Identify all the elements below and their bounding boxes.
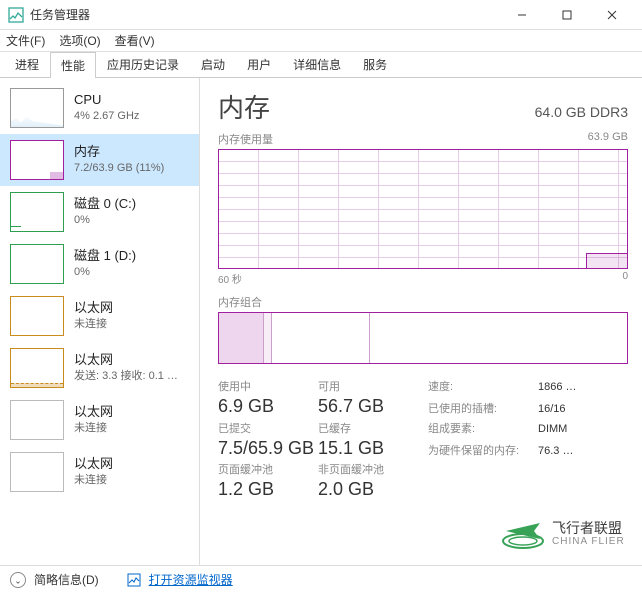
tab-services[interactable]: 服务 [352,51,398,77]
tab-processes[interactable]: 进程 [4,51,50,77]
meta-slots-value: 16/16 [538,403,598,415]
sidebar-sub: 0% [74,213,136,227]
detail-title: 内存 [218,88,270,125]
memory-usage-chart [218,149,628,269]
ethernet-thumb-icon [10,400,64,440]
stat-value-committed: 7.5/65.9 GB [218,438,318,460]
stat-label-nonpaged: 非页面缓冲池 [318,461,428,477]
tab-app-history[interactable]: 应用历史记录 [96,51,190,77]
sidebar-label: 以太网 [74,352,178,369]
sidebar-item-memory[interactable]: 内存7.2/63.9 GB (11%) [0,134,199,186]
stat-value-paged: 1.2 GB [218,479,318,501]
memory-composition-chart [218,312,628,364]
chevron-down-icon[interactable]: ⌃ [10,572,26,588]
disk-thumb-icon [10,192,64,232]
usage-label: 内存使用量 [218,131,273,147]
minimize-button[interactable] [499,1,544,29]
stat-value-inuse: 6.9 GB [218,396,318,418]
axis-left: 60 秒 [218,271,242,286]
sidebar-label: 以太网 [74,404,113,421]
sidebar-sub: 0% [74,265,136,279]
meta-form-value: DIMM [538,423,598,435]
title-bar: 任务管理器 [0,0,642,30]
sidebar-item-cpu[interactable]: CPU4% 2.67 GHz [0,82,199,134]
cpu-thumb-icon [10,88,64,128]
tab-users[interactable]: 用户 [236,51,282,77]
meta-speed-value: 1866 … [538,381,598,393]
stat-label-paged: 页面缓冲池 [218,461,318,477]
sidebar-label: 以太网 [74,456,113,473]
sidebar-sub: 发送: 3.3 接收: 0.1 … [74,369,178,383]
ethernet-thumb-icon [10,348,64,388]
open-resource-monitor-link[interactable]: 打开资源监视器 [149,571,233,588]
sidebar-label: CPU [74,92,139,109]
detail-total: 64.0 GB DDR3 [535,104,628,120]
fewer-details-button[interactable]: 简略信息(D) [34,571,99,588]
disk-thumb-icon [10,244,64,284]
stat-label-cached: 已缓存 [318,420,428,436]
sidebar-item-ethernet1[interactable]: 以太网发送: 3.3 接收: 0.1 … [0,342,199,394]
bottom-bar: ⌃ 简略信息(D) 打开资源监视器 [0,565,642,593]
sidebar-item-ethernet3[interactable]: 以太网未连接 [0,446,199,498]
stat-value-avail: 56.7 GB [318,396,428,418]
performance-sidebar: CPU4% 2.67 GHz 内存7.2/63.9 GB (11%) 磁盘 0 … [0,78,200,565]
meta-reserved-value: 76.3 … [538,445,598,457]
menu-view[interactable]: 查看(V) [115,32,155,49]
sidebar-item-ethernet0[interactable]: 以太网未连接 [0,290,199,342]
memory-thumb-icon [10,140,64,180]
meta-reserved-label: 为硬件保留的内存: [428,442,538,458]
comp-seg-inuse [219,313,264,363]
sidebar-item-ethernet2[interactable]: 以太网未连接 [0,394,199,446]
stat-label-avail: 可用 [318,378,428,394]
sidebar-sub: 未连接 [74,421,113,435]
tab-performance[interactable]: 性能 [50,52,96,78]
sidebar-item-disk0[interactable]: 磁盘 0 (C:)0% [0,186,199,238]
comp-seg-standby [272,313,370,363]
ethernet-thumb-icon [10,296,64,336]
sidebar-label: 以太网 [74,300,113,317]
app-icon [8,7,24,23]
sidebar-label: 磁盘 1 (D:) [74,248,136,265]
comp-seg-free [370,313,627,363]
maximize-button[interactable] [544,1,589,29]
tab-details[interactable]: 详细信息 [282,51,352,77]
memory-detail: 内存 64.0 GB DDR3 内存使用量 63.9 GB 60 秒 0 内存组… [200,78,642,565]
stat-value-nonpaged: 2.0 GB [318,479,428,501]
meta-speed-label: 速度: [428,378,538,394]
menu-bar: 文件(F) 选项(O) 查看(V) [0,30,642,52]
composition-label: 内存组合 [218,294,628,310]
resource-monitor-icon [127,573,141,587]
stat-label-inuse: 使用中 [218,378,318,394]
sidebar-label: 磁盘 0 (C:) [74,196,136,213]
meta-slots-label: 已使用的插槽: [428,400,538,416]
stat-value-cached: 15.1 GB [318,438,428,460]
sidebar-sub: 7.2/63.9 GB (11%) [74,161,164,175]
sidebar-sub: 4% 2.67 GHz [74,109,139,123]
sidebar-sub: 未连接 [74,317,113,331]
menu-options[interactable]: 选项(O) [59,32,100,49]
tab-bar: 进程 性能 应用历史记录 启动 用户 详细信息 服务 [0,52,642,78]
meta-form-label: 组成要素: [428,420,538,436]
ethernet-thumb-icon [10,452,64,492]
close-button[interactable] [589,1,634,29]
tab-startup[interactable]: 启动 [190,51,236,77]
sidebar-item-disk1[interactable]: 磁盘 1 (D:)0% [0,238,199,290]
comp-seg-modified [264,313,272,363]
menu-file[interactable]: 文件(F) [6,32,45,49]
axis-right: 0 [622,271,628,286]
sidebar-label: 内存 [74,144,164,161]
usage-max: 63.9 GB [588,131,628,147]
stat-label-committed: 已提交 [218,420,318,436]
window-title: 任务管理器 [30,6,499,23]
sidebar-sub: 未连接 [74,473,113,487]
